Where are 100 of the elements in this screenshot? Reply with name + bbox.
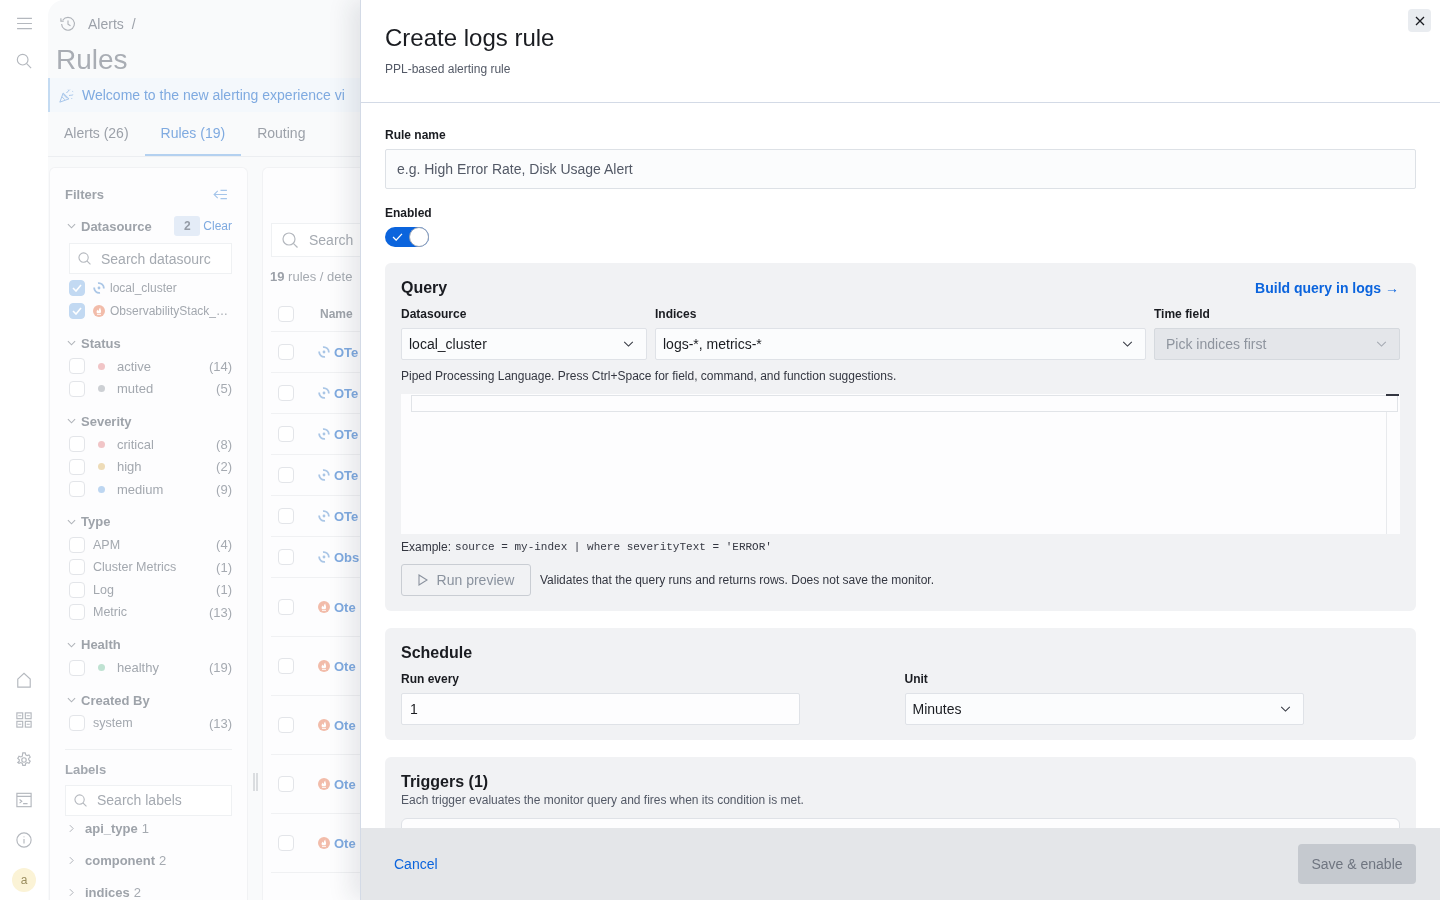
- row-checkbox[interactable]: [278, 776, 294, 792]
- tab[interactable]: Alerts (26): [48, 112, 145, 156]
- checkbox[interactable]: [69, 715, 85, 732]
- rule-name-link[interactable]: OTe: [334, 426, 359, 442]
- chevron-down-icon[interactable]: [67, 697, 76, 703]
- rule-name-link[interactable]: Ote: [334, 658, 356, 674]
- settings-icon[interactable]: [16, 752, 32, 768]
- info-icon[interactable]: [16, 832, 32, 848]
- filter-group-title[interactable]: Status: [81, 335, 121, 351]
- rule-name-link[interactable]: Ote: [334, 599, 356, 615]
- filter-option-label[interactable]: Log: [93, 582, 114, 597]
- column-header[interactable]: Name: [320, 306, 353, 321]
- rule-name-link[interactable]: Obs: [334, 549, 360, 565]
- rule-name-link[interactable]: OTe: [334, 508, 359, 524]
- user-avatar[interactable]: a: [12, 868, 36, 892]
- chevron-right-icon[interactable]: [69, 824, 74, 833]
- search-field[interactable]: Search datasourc: [69, 243, 232, 274]
- rule-name-link[interactable]: Ote: [334, 776, 356, 792]
- cancel-button[interactable]: Cancel: [386, 844, 446, 884]
- filter-group-title[interactable]: Created By: [81, 692, 150, 708]
- chevron-down-icon[interactable]: [67, 518, 76, 525]
- row-checkbox[interactable]: [278, 426, 294, 442]
- breadcrumb-link[interactable]: Alerts: [88, 16, 124, 32]
- chevron-down-icon[interactable]: [67, 340, 76, 346]
- field-label: Unit: [904, 671, 929, 687]
- chevron-right-icon[interactable]: [69, 856, 74, 865]
- filter-option-label[interactable]: critical: [117, 436, 154, 452]
- filter-option-label[interactable]: Cluster Metrics: [93, 560, 177, 575]
- filter-option-label[interactable]: muted: [117, 381, 154, 397]
- label-key[interactable]: component: [85, 853, 156, 868]
- rule-name-link[interactable]: Ote: [334, 835, 356, 851]
- checkbox[interactable]: [69, 358, 85, 375]
- checkbox[interactable]: [69, 659, 85, 676]
- row-checkbox[interactable]: [278, 508, 294, 524]
- rule-name-link[interactable]: OTe: [334, 467, 359, 483]
- collapse-panel-icon[interactable]: [213, 188, 228, 200]
- tab[interactable]: Routing: [241, 112, 322, 156]
- checkbox[interactable]: [69, 481, 85, 498]
- checkbox[interactable]: [69, 559, 85, 576]
- row-checkbox[interactable]: [278, 549, 294, 565]
- breadcrumb-separator: /: [131, 16, 136, 32]
- close-button[interactable]: [1408, 9, 1431, 32]
- row-checkbox[interactable]: [278, 599, 294, 615]
- row-checkbox[interactable]: [278, 658, 294, 674]
- checkbox[interactable]: [69, 581, 85, 598]
- apps-grid-icon[interactable]: [16, 712, 32, 728]
- checkbox[interactable]: [69, 604, 85, 621]
- search-field[interactable]: Search: [271, 223, 360, 257]
- dropdown-select[interactable]: logs-*, metrics-*: [655, 328, 1146, 360]
- chevron-right-icon[interactable]: [69, 888, 74, 897]
- checkbox[interactable]: [69, 280, 85, 297]
- resize-handle[interactable]: [252, 773, 258, 791]
- checkbox[interactable]: [69, 458, 85, 475]
- filter-option-label[interactable]: APM: [93, 537, 121, 552]
- terminal-icon[interactable]: [16, 792, 32, 808]
- row-checkbox[interactable]: [278, 467, 294, 483]
- filter-group-title[interactable]: Type: [81, 514, 111, 529]
- tab[interactable]: Rules (19): [144, 112, 242, 156]
- filter-group-title[interactable]: Severity: [81, 413, 132, 429]
- rule-name-link[interactable]: OTe: [334, 344, 359, 360]
- rule-name-link[interactable]: OTe: [334, 385, 359, 401]
- dropdown-select[interactable]: local_cluster: [401, 328, 647, 360]
- filter-group-title[interactable]: Datasource: [81, 218, 152, 234]
- checkbox[interactable]: [69, 302, 85, 319]
- clear-link[interactable]: Clear: [203, 219, 232, 233]
- filter-option-label[interactable]: active: [117, 358, 151, 374]
- checkbox[interactable]: [69, 436, 85, 453]
- filter-option-label[interactable]: medium: [117, 481, 164, 497]
- search-icon[interactable]: [16, 53, 32, 69]
- filter-group-title[interactable]: Health: [81, 637, 121, 652]
- filter-option-label[interactable]: Metric: [93, 605, 128, 620]
- number-input[interactable]: 1: [401, 693, 800, 725]
- rule-name-input[interactable]: e.g. High Error Rate, Disk Usage Alert: [385, 149, 1416, 189]
- row-checkbox[interactable]: [278, 344, 294, 360]
- filter-option-label[interactable]: healthy: [117, 660, 159, 676]
- dropdown-select[interactable]: Minutes: [904, 693, 1304, 725]
- checkbox[interactable]: [69, 536, 85, 553]
- label-key[interactable]: indices: [85, 885, 130, 900]
- row-checkbox[interactable]: [278, 717, 294, 733]
- label-key[interactable]: api_type: [85, 821, 138, 836]
- swirl-icon: [318, 469, 330, 481]
- chevron-down-icon[interactable]: [67, 641, 76, 648]
- build-query-link[interactable]: Build query in logs →: [1255, 280, 1399, 296]
- checkbox[interactable]: [69, 380, 85, 397]
- filter-option-label[interactable]: local_cluster: [110, 281, 177, 296]
- row-checkbox[interactable]: [278, 385, 294, 401]
- filter-option-label[interactable]: system: [93, 716, 133, 731]
- swirl-icon: [318, 510, 330, 522]
- menu-icon[interactable]: [15, 17, 33, 30]
- filter-option-label[interactable]: high: [117, 459, 142, 475]
- search-field[interactable]: Search labels: [65, 784, 232, 816]
- rule-name-link[interactable]: Ote: [334, 717, 356, 733]
- toggle-switch[interactable]: [385, 227, 429, 247]
- row-checkbox[interactable]: [278, 835, 294, 851]
- home-icon[interactable]: [16, 672, 32, 688]
- filter-option-label[interactable]: ObservabilityStack_…: [110, 303, 229, 318]
- chevron-down-icon[interactable]: [67, 223, 76, 229]
- code-editor[interactable]: [401, 394, 1400, 534]
- select-all-checkbox[interactable]: [278, 305, 294, 322]
- chevron-down-icon[interactable]: [67, 418, 76, 424]
